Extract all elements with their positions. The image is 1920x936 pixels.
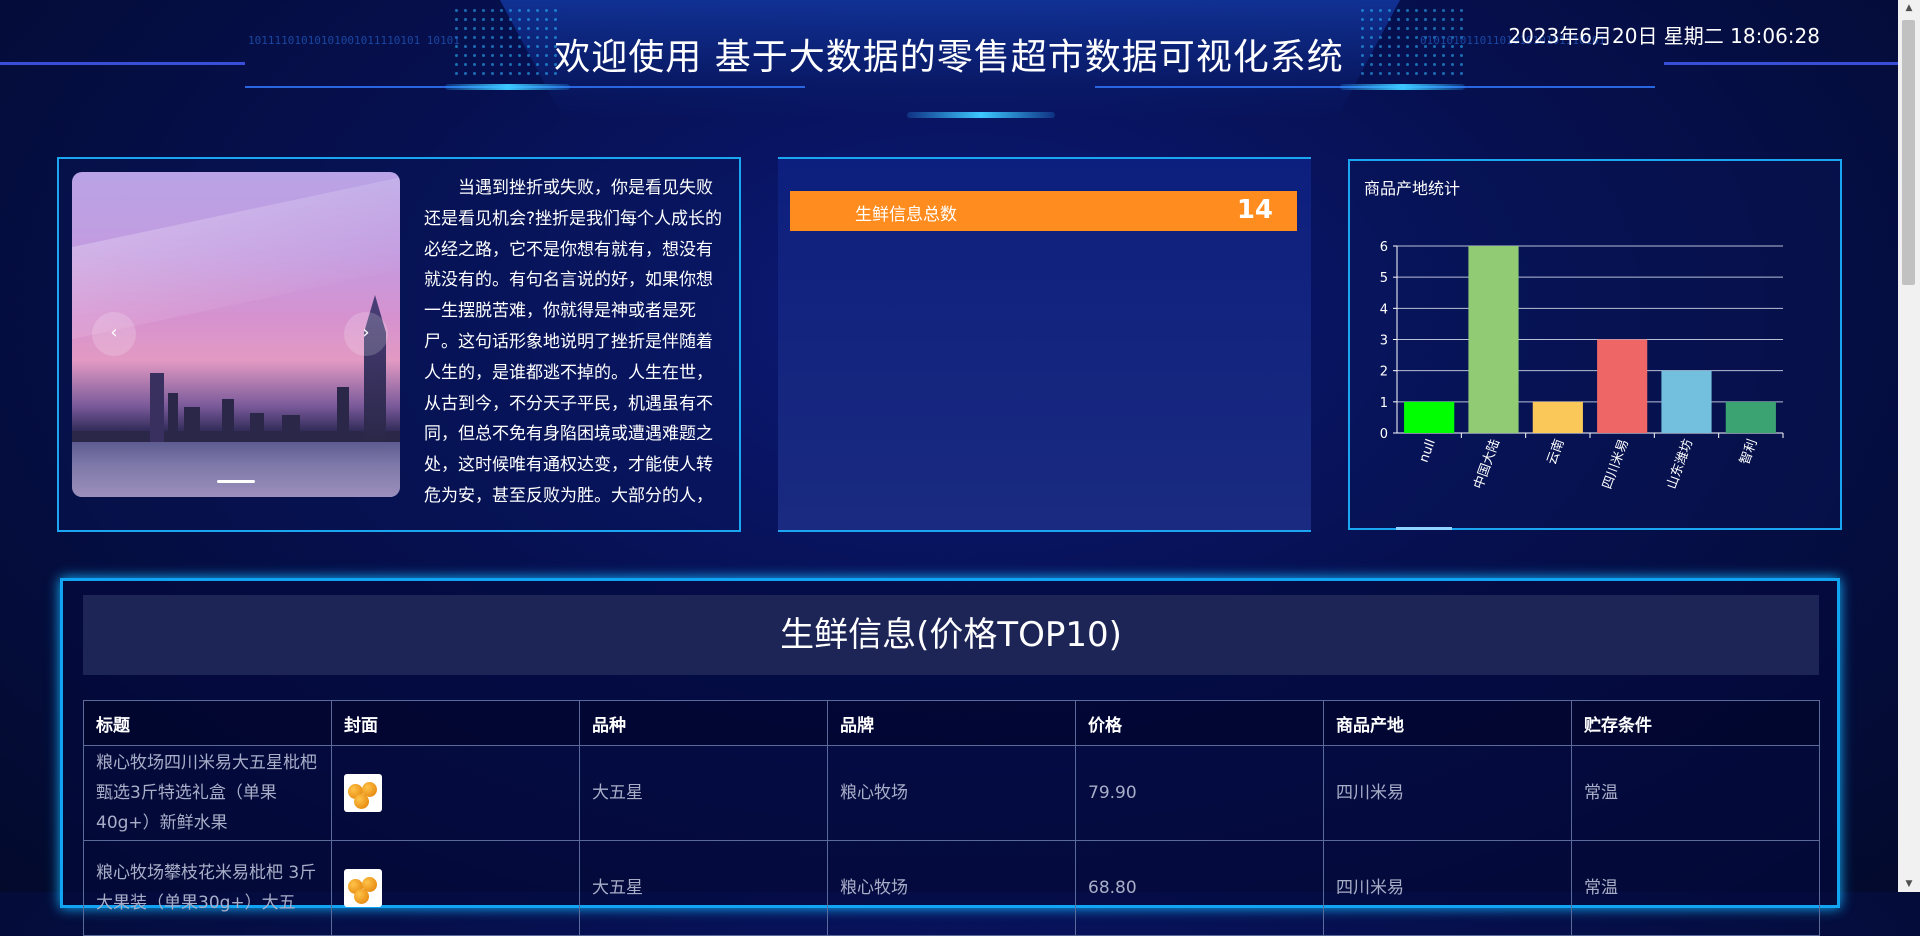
table-header-row: 标题 封面 品种 品牌 价格 商品产地 贮存条件 — [83, 700, 1820, 746]
cell-variety: 大五星 — [579, 840, 828, 936]
x-tick-label: 四川米易 — [1600, 437, 1632, 491]
y-tick-label: 0 — [1380, 427, 1388, 442]
x-tick-label: 山东潍坊 — [1664, 437, 1696, 491]
y-tick-label: 5 — [1380, 271, 1388, 286]
cell-title: 粮心牧场攀枝花米易枇杷 3斤大果装（单果30g+）大五 — [83, 840, 332, 936]
cell-origin: 四川米易 — [1323, 840, 1572, 936]
cell-origin: 四川米易 — [1323, 745, 1572, 841]
bar — [1597, 339, 1648, 433]
cell-price: 68.80 — [1075, 840, 1324, 936]
header-glow-center — [907, 112, 1055, 118]
fresh-top10-table: 标题 封面 品种 品牌 价格 商品产地 贮存条件 粮心牧场四川米易大五星枇杷 甄… — [83, 700, 1820, 936]
skyline-building — [337, 387, 349, 445]
table-title: 生鲜信息(价格TOP10) — [83, 595, 1819, 675]
fresh-top10-panel: 生鲜信息(价格TOP10) 标题 封面 品种 品牌 价格 商品产地 贮存条件 粮… — [60, 578, 1840, 936]
cell-cover — [331, 840, 580, 936]
carousel-indicator[interactable] — [217, 480, 255, 483]
fresh-total-stat: 生鲜信息总数 14 — [790, 191, 1297, 231]
datetime-display: 2023年6月20日 星期二 18:06:28 — [1508, 24, 1820, 48]
carousel-water — [72, 442, 400, 497]
bar — [1725, 401, 1776, 433]
x-tick-label: 智利 — [1738, 437, 1761, 467]
column-header: 贮存条件 — [1571, 700, 1820, 746]
cell-storage: 常温 — [1571, 745, 1820, 841]
y-tick-label: 1 — [1380, 396, 1388, 411]
scroll-down-icon[interactable]: ▼ — [1898, 876, 1920, 892]
intro-text: 当遇到挫折或失败，你是看见失败还是看见机会?挫折是我们每个人成长的必经之路，它不… — [424, 178, 723, 506]
column-header: 封面 — [331, 700, 580, 746]
header-glow-right — [1340, 84, 1465, 90]
scrollbar-thumb[interactable] — [1902, 20, 1915, 285]
page-header: 10111101010101001011110101 10101 0101010… — [0, 0, 1898, 130]
cell-price: 79.90 — [1075, 745, 1324, 841]
bar — [1404, 401, 1455, 433]
table-row[interactable]: 粮心牧场四川米易大五星枇杷 甄选3斤特选礼盒（单果40g+）新鲜水果 大五星 粮… — [83, 745, 1820, 841]
cell-brand: 粮心牧场 — [827, 745, 1076, 841]
cell-storage: 常温 — [1571, 840, 1820, 936]
carousel-prev-button[interactable]: ‹ — [92, 312, 136, 356]
stats-panel: 生鲜信息总数 14 — [778, 157, 1311, 532]
column-header: 品种 — [579, 700, 828, 746]
skyline-building — [250, 413, 264, 445]
column-header: 价格 — [1075, 700, 1324, 746]
stat-label: 生鲜信息总数 — [855, 205, 957, 225]
column-header: 品牌 — [827, 700, 1076, 746]
column-header: 商品产地 — [1323, 700, 1572, 746]
cell-variety: 大五星 — [579, 745, 828, 841]
bar — [1532, 401, 1583, 433]
skyline-building — [222, 399, 234, 445]
origin-chart-panel: 商品产地统计 0 1 2 3 4 5 6 null 中国大陆 云南 四川米易 山东潍坊 智利 — [1348, 159, 1842, 530]
x-tick-label: 云南 — [1544, 437, 1568, 467]
cell-brand: 粮心牧场 — [827, 840, 1076, 936]
loquat-thumbnail-icon — [344, 774, 382, 812]
y-tick-label: 3 — [1380, 334, 1388, 349]
column-header: 标题 — [83, 700, 332, 746]
image-carousel[interactable]: ‹ › — [72, 172, 400, 497]
skyline-building — [184, 407, 200, 445]
loquat-thumbnail-icon — [344, 869, 382, 907]
cell-cover — [331, 745, 580, 841]
origin-bar-chart: 0 1 2 3 4 5 6 null 中国大陆 云南 四川米易 山东潍坊 智利 — [1380, 240, 1784, 491]
skyline-building — [282, 415, 300, 445]
x-tick-label: null — [1417, 437, 1439, 464]
x-tick-label: 中国大陆 — [1470, 437, 1503, 491]
skyline-building — [150, 373, 164, 445]
panel-scroll-indicator — [1396, 527, 1452, 530]
bar — [1661, 370, 1712, 433]
y-tick-label: 6 — [1380, 240, 1388, 255]
bar — [1468, 246, 1519, 433]
table-row[interactable]: 粮心牧场攀枝花米易枇杷 3斤大果装（单果30g+）大五 大五星 粮心牧场 68.… — [83, 840, 1820, 936]
page-scrollbar[interactable]: ▲ ▼ — [1898, 0, 1920, 892]
cell-title: 粮心牧场四川米易大五星枇杷 甄选3斤特选礼盒（单果40g+）新鲜水果 — [83, 745, 332, 841]
intro-panel: ‹ › 当遇到挫折或失败，你是看见失败还是看见机会?挫折是我们每个人成长的必经之… — [57, 157, 741, 532]
stat-value: 14 — [1236, 195, 1273, 225]
skyline-building — [168, 393, 178, 445]
header-glow-left — [445, 84, 570, 90]
carousel-next-button[interactable]: › — [344, 312, 388, 356]
y-tick-label: 4 — [1380, 302, 1388, 317]
scroll-up-icon[interactable]: ▲ — [1898, 0, 1920, 16]
y-tick-label: 2 — [1380, 365, 1388, 380]
